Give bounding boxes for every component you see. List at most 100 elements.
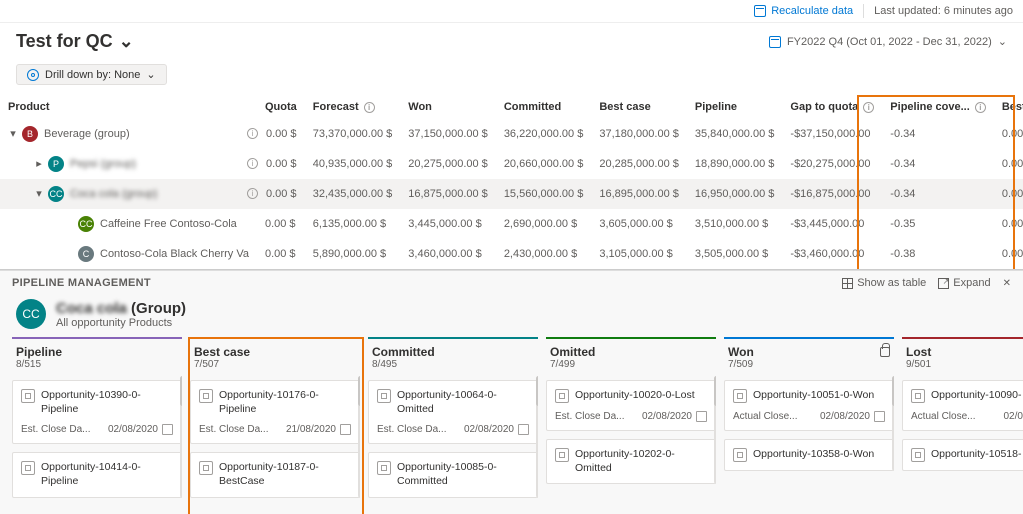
cell: -$3,445,000.00 (782, 209, 882, 239)
scrollbar[interactable] (892, 376, 894, 471)
info-icon (247, 188, 258, 199)
cell: 32,435,000.00 $ (305, 179, 401, 209)
info-icon (975, 102, 986, 113)
kanban-card[interactable]: Opportunity-10090-Actual Close...02/08/2… (902, 380, 1023, 431)
column-title: Pipeline (16, 345, 62, 359)
kanban-column: Lost9/501Opportunity-10090-Actual Close.… (902, 337, 1023, 506)
date-value: 02/08/2020 (820, 411, 870, 422)
drilldown-button[interactable]: Drill down by: None ⌄ (16, 64, 167, 85)
cell: 3,445,000.00 $ (400, 209, 496, 239)
period-selector[interactable]: FY2022 Q4 (Oct 01, 2022 - Dec 31, 2022) … (769, 35, 1007, 48)
table-row[interactable]: CContoso-Cola Black Cherry Va0.00 $5,890… (0, 239, 1023, 269)
table-row[interactable]: ▸PPepsi (group)0.00 $40,935,000.00 $20,2… (0, 149, 1023, 179)
kanban-card[interactable]: Opportunity-10085-0-Committed (368, 452, 538, 497)
kanban-card[interactable]: Opportunity-10518- (902, 439, 1023, 471)
cell: 16,895,000.00 $ (591, 179, 687, 209)
cell: 3,105,000.00 $ (591, 239, 687, 269)
expand-button[interactable]: Expand (938, 277, 990, 289)
date-value: 02/08/2020 (108, 424, 158, 435)
kanban-card[interactable]: Opportunity-10414-0-Pipeline (12, 452, 182, 497)
column-header[interactable]: Gap to quota (782, 95, 882, 119)
recalculate-label: Recalculate data (771, 5, 853, 17)
cell: 0.00 $ (994, 179, 1023, 209)
forecast-grid[interactable]: ProductQuotaForecast WonCommittedBest ca… (0, 95, 1023, 269)
show-as-table-button[interactable]: Show as table (842, 277, 926, 289)
kanban-card[interactable]: Opportunity-10202-0-Omitted (546, 439, 716, 484)
calendar-icon (696, 411, 707, 422)
cell: 37,150,000.00 $ (400, 119, 496, 149)
kanban-card[interactable]: Opportunity-10187-0-BestCase (190, 452, 360, 497)
calendar-icon (162, 424, 173, 435)
cell: 3,505,000.00 $ (687, 239, 783, 269)
avatar: CC (78, 216, 94, 232)
cell: -$20,275,000.00 (782, 149, 882, 179)
info-icon (364, 102, 375, 113)
group-avatar: CC (16, 299, 46, 329)
calendar-icon (769, 36, 781, 48)
card-title: Opportunity-10518- (931, 448, 1021, 462)
group-title: Coca cola (Group) (56, 300, 186, 317)
opportunity-icon (555, 389, 569, 403)
card-title: Opportunity-10187-0-BestCase (219, 461, 351, 488)
avatar: CC (48, 186, 64, 202)
cell: 40,935,000.00 $ (305, 149, 401, 179)
kanban-card[interactable]: Opportunity-10390-0-PipelineEst. Close D… (12, 380, 182, 444)
cell: 0.00 $ (257, 179, 305, 209)
scrollbar[interactable] (180, 376, 182, 498)
opportunity-icon (733, 389, 747, 403)
calendar-icon (340, 424, 351, 435)
chevron-down-icon: ⌄ (146, 68, 155, 81)
cell: 35,840,000.00 $ (687, 119, 783, 149)
scrollbar[interactable] (358, 376, 360, 498)
close-button[interactable] (1003, 278, 1011, 289)
product-name: Pepsi (group) (70, 158, 136, 170)
column-header[interactable]: Best case (591, 95, 687, 119)
page-title[interactable]: Test for QC ⌄ (16, 31, 134, 52)
card-title: Opportunity-10090- (931, 389, 1021, 403)
cell: 6,135,000.00 $ (305, 209, 401, 239)
cell: 3,605,000.00 $ (591, 209, 687, 239)
column-header[interactable]: Won (400, 95, 496, 119)
column-header[interactable]: Committed (496, 95, 592, 119)
expand-chevron-icon[interactable]: ▾ (34, 187, 44, 200)
date-label: Actual Close... (911, 411, 975, 422)
table-row[interactable]: CCCaffeine Free Contoso-Cola0.00 $6,135,… (0, 209, 1023, 239)
column-header[interactable]: Quota (257, 95, 305, 119)
last-updated-label: Last updated: 6 minutes ago (874, 5, 1013, 17)
column-header[interactable]: Product (0, 95, 257, 119)
kanban-card[interactable]: Opportunity-10176-0-PipelineEst. Close D… (190, 380, 360, 444)
cell: -0.34 (882, 119, 994, 149)
kanban-card[interactable]: Opportunity-10051-0-WonActual Close...02… (724, 380, 894, 431)
column-header[interactable]: Best case disco... (994, 95, 1023, 119)
info-icon (247, 158, 258, 169)
table-icon (842, 278, 853, 289)
cell: 0.00 $ (257, 209, 305, 239)
cell: 20,275,000.00 $ (400, 149, 496, 179)
column-title: Committed (372, 345, 435, 359)
kanban-card[interactable]: Opportunity-10064-0-OmittedEst. Close Da… (368, 380, 538, 444)
column-header[interactable]: Forecast (305, 95, 401, 119)
table-row[interactable]: ▾BBeverage (group)0.00 $73,370,000.00 $3… (0, 119, 1023, 149)
cell: -0.34 (882, 179, 994, 209)
date-label: Est. Close Da... (199, 424, 268, 435)
panel-heading: PIPELINE MANAGEMENT (12, 277, 151, 289)
kanban-card[interactable]: Opportunity-10020-0-LostEst. Close Da...… (546, 380, 716, 431)
scrollbar[interactable] (536, 376, 538, 498)
cell: 0.00 $ (257, 149, 305, 179)
expand-chevron-icon[interactable]: ▸ (34, 157, 44, 170)
kanban-column: Best case7/507Opportunity-10176-0-Pipeli… (190, 337, 360, 506)
calculator-icon (754, 5, 766, 17)
column-header[interactable]: Pipeline cove... (882, 95, 994, 119)
table-row[interactable]: ▾CCCoca cola (group)0.00 $32,435,000.00 … (0, 179, 1023, 209)
avatar: C (78, 246, 94, 262)
cell: 0.00 $ (257, 119, 305, 149)
scrollbar[interactable] (714, 376, 716, 484)
card-title: Opportunity-10064-0-Omitted (397, 389, 529, 416)
expand-chevron-icon[interactable]: ▾ (8, 127, 18, 140)
column-header[interactable]: Pipeline (687, 95, 783, 119)
kanban-card[interactable]: Opportunity-10358-0-Won (724, 439, 894, 471)
recalculate-button[interactable]: Recalculate data (754, 5, 853, 17)
cell: -0.38 (882, 239, 994, 269)
calendar-icon (874, 411, 885, 422)
card-title: Opportunity-10020-0-Lost (575, 389, 695, 403)
